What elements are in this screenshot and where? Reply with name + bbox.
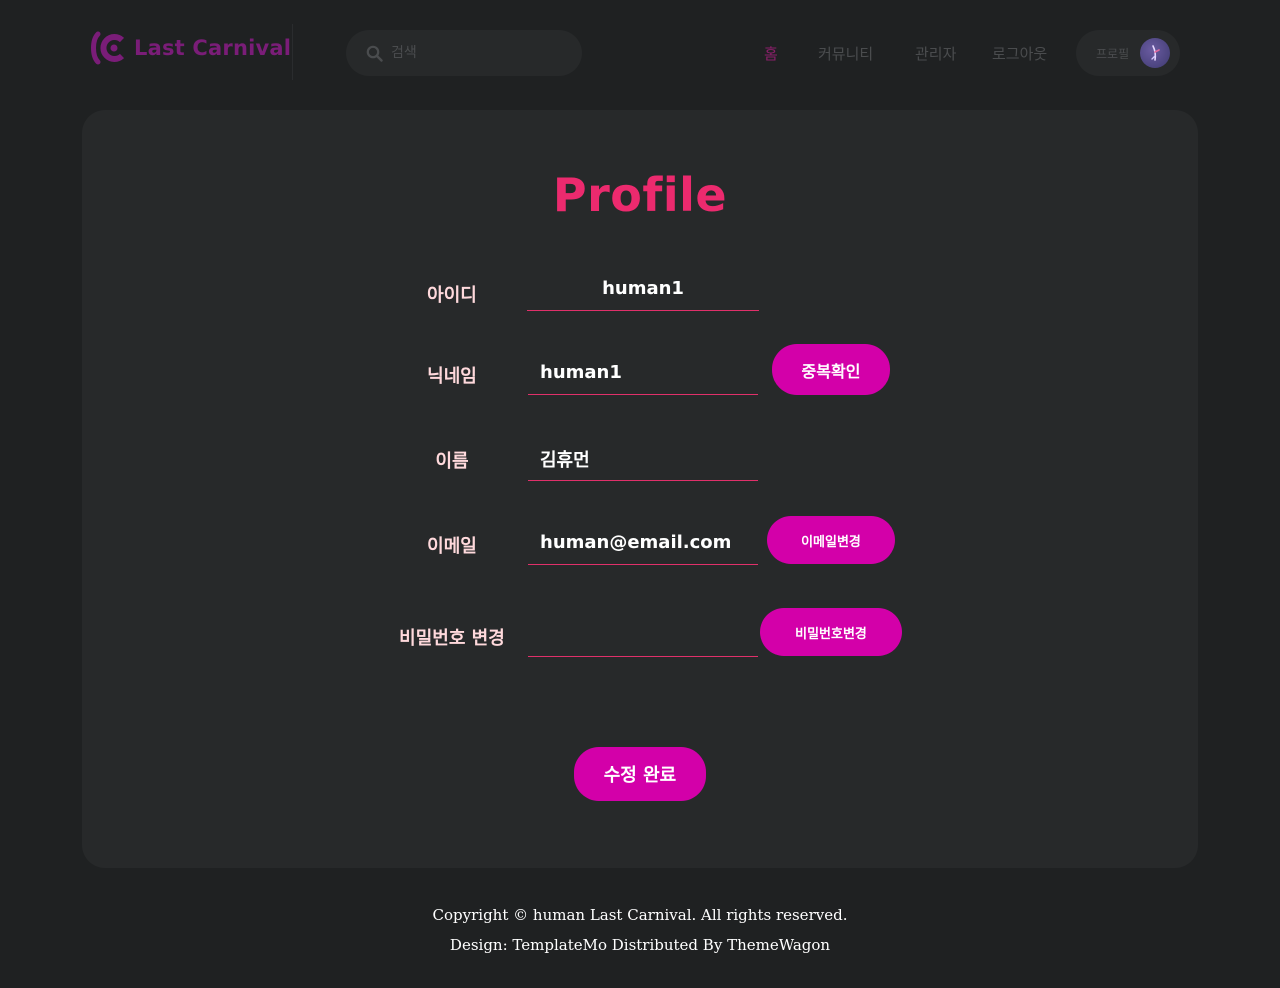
nav-admin[interactable]: 관리자 [915,42,956,66]
profile-card: Profile 아이디 닉네임 중복확인 이름 이메일 이메일변경 비밀번호 변… [82,110,1198,868]
footer: Copyright © human Last Carnival. All rig… [0,900,1280,960]
email-field-wrap [528,521,758,565]
id-field[interactable] [527,267,759,310]
submit-edit-button[interactable]: 수정 완료 [574,747,706,801]
search-input[interactable] [391,45,571,61]
change-password-button[interactable]: 비밀번호변경 [760,608,902,656]
nav-home[interactable]: 홈 [764,42,778,66]
logo-text: Last Carnival [134,36,292,60]
name-label: 이름 [435,451,469,472]
name-field[interactable] [528,437,758,480]
footer-copyright: Copyright © human Last Carnival. All rig… [432,906,848,924]
profile-link[interactable]: 프로필 [1076,30,1180,76]
email-field[interactable] [528,521,758,564]
nav-logout[interactable]: 로그아웃 [992,42,1047,66]
id-field-wrap [527,267,759,311]
password-field-wrap [528,613,758,657]
search-icon [366,45,383,62]
page-title: Profile [552,168,728,222]
profile-label: 프로필 [1096,46,1130,61]
change-email-button[interactable]: 이메일변경 [767,516,895,564]
nav-community[interactable]: 커뮤니티 [818,42,873,66]
header-divider [292,24,293,80]
nickname-field[interactable] [528,351,758,394]
footer-design: Design: TemplateMo Distributed By ThemeW… [449,936,831,954]
password-label: 비밀번호 변경 [399,628,505,649]
nickname-field-wrap [528,351,758,395]
password-field[interactable] [528,613,758,656]
top-header: Last Carnival 홈 커뮤니티 관리자 로그아웃 프로필 [0,0,1280,104]
nickname-label: 닉네임 [427,366,477,387]
avatar [1140,38,1170,68]
duplicate-check-button[interactable]: 중복확인 [772,344,890,395]
id-label: 아이디 [427,285,477,306]
email-label: 이메일 [427,536,477,557]
search-box [346,30,582,76]
lc-logo-icon [90,30,130,66]
logo-link[interactable]: Last Carnival [90,30,291,66]
name-field-wrap [528,437,758,481]
